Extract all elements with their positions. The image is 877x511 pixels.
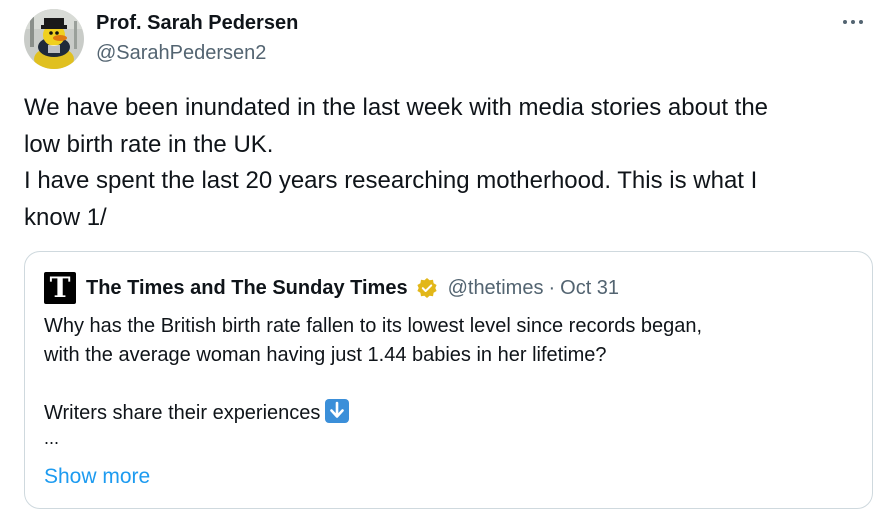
tweet-text-line: low birth rate in the UK. [24,130,274,158]
author-display-name[interactable]: Prof. Sarah Pedersen [96,10,298,36]
separator-dot: · [548,276,556,299]
more-options-button[interactable] [839,8,867,36]
quoted-tweet-text: Why has the British birth rate fallen to… [44,312,864,448]
quoted-tweet-header: T The Times and The Sunday Times @thetim… [44,272,619,304]
quoted-display-name[interactable]: The Times and The Sunday Times [86,277,408,300]
quoted-text-line-with-emoji: Writers share their experiences [44,399,864,428]
show-more-link[interactable]: Show more [44,464,150,490]
verified-gold-badge-icon [416,277,438,299]
tweet-text-line: know 1/ [24,203,107,231]
down-arrow-emoji-icon [325,399,350,423]
author-handle[interactable]: @SarahPedersen2 [96,40,298,66]
tweet-text-line: I have spent the last 20 years researchi… [24,167,758,194]
tweet-text-line: We have been inundated in the last week … [24,94,769,121]
quoted-text-line: Writers share their experiences [44,402,321,424]
author-info: Prof. Sarah Pedersen @SarahPedersen2 [96,10,298,66]
tweet-text: We have been inundated in the last week … [24,90,864,236]
quoted-tweet-card[interactable]: T The Times and The Sunday Times @thetim… [24,251,873,509]
more-horizontal-icon [843,20,863,24]
quoted-text-line: Why has the British birth rate fallen to… [44,315,703,337]
quoted-date[interactable]: Oct 31 [560,277,619,300]
tweet: Prof. Sarah Pedersen @SarahPedersen2 We … [0,0,877,511]
quoted-text-line: with the average woman having just 1.44 … [44,344,607,366]
times-logo-avatar[interactable]: T [44,272,76,304]
quoted-handle[interactable]: @thetimes [448,277,544,300]
rubber-duck-avatar-icon [24,9,84,69]
truncation-ellipsis: ... [44,428,60,448]
author-avatar[interactable] [24,9,84,69]
